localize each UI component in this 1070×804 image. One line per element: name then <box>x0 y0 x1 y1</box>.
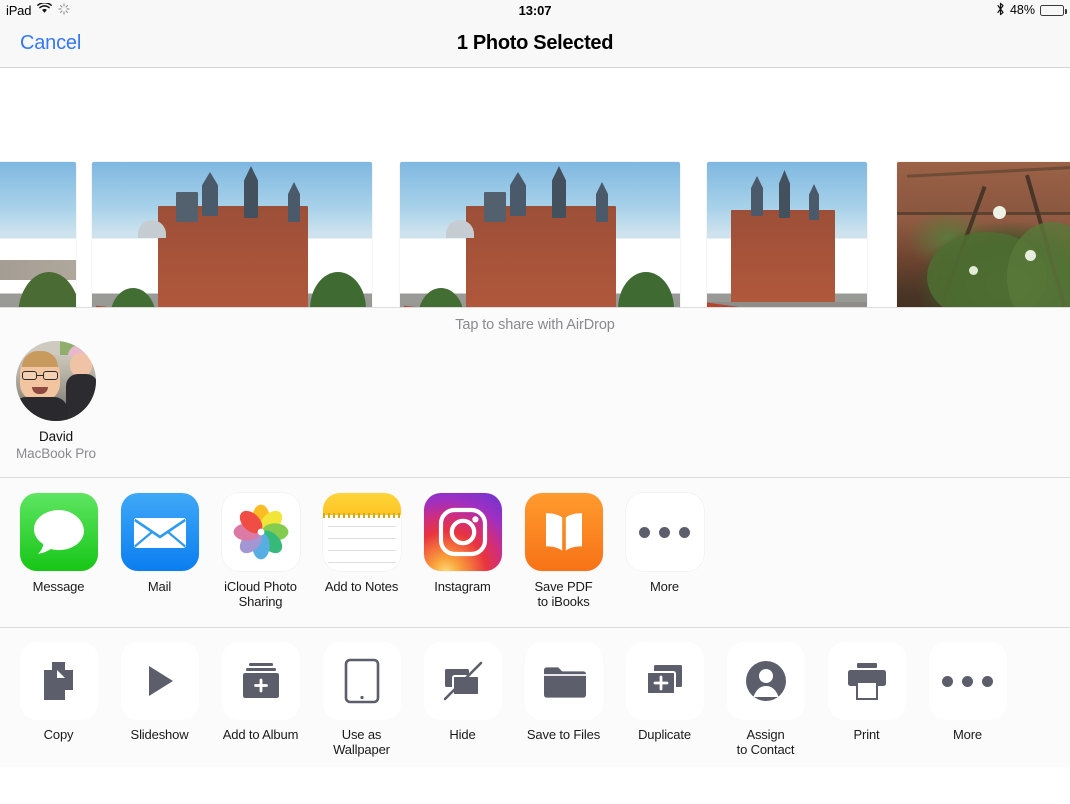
photo-thumbnail[interactable] <box>707 162 867 307</box>
ibooks-open-book-icon <box>524 493 603 571</box>
notes-icon <box>322 493 401 571</box>
share-target-add-to-notes[interactable]: Add to Notes <box>311 493 412 594</box>
folder-icon <box>524 642 603 720</box>
airdrop-section: Tap to share with AirDrop David MacBook … <box>0 308 1070 478</box>
status-bar-clock: 13:07 <box>518 2 552 18</box>
photo-preview-strip[interactable] <box>0 68 1070 308</box>
action-label: Print <box>853 727 880 742</box>
share-target-icloud-photo-sharing[interactable]: iCloud Photo Sharing <box>210 493 311 609</box>
photo-thumbnail[interactable] <box>400 162 680 307</box>
action-slideshow[interactable]: Slideshow <box>109 642 210 742</box>
hide-slash-icon <box>423 642 502 720</box>
navigation-bar: Cancel 1 Photo Selected <box>0 20 1070 68</box>
action-label: Slideshow <box>130 727 189 742</box>
action-more[interactable]: More <box>917 642 1018 742</box>
action-duplicate[interactable]: Duplicate <box>614 642 715 742</box>
instagram-camera-icon <box>423 493 502 571</box>
action-label: Add to Album <box>222 727 299 742</box>
photo-thumbnail[interactable] <box>897 162 1070 307</box>
share-target-label: iCloud Photo Sharing <box>224 579 297 609</box>
photos-pinwheel-icon <box>221 493 300 571</box>
share-target-save-pdf-ibooks[interactable]: Save PDF to iBooks <box>513 493 614 609</box>
copy-documents-icon <box>19 642 98 720</box>
action-row[interactable]: Copy Slideshow Add to Album Use as Wallp… <box>0 628 1070 767</box>
action-save-to-files[interactable]: Save to Files <box>513 642 614 742</box>
airdrop-hint-label: Tap to share with AirDrop <box>455 317 615 333</box>
share-target-label: Message <box>32 579 85 594</box>
share-target-more[interactable]: More <box>614 493 715 594</box>
share-app-row[interactable]: Message Mail iCloud Photo Sharing Add to… <box>0 478 1070 628</box>
contact-name: David <box>38 429 73 444</box>
status-bar: iPad 13:07 48% <box>0 0 1070 20</box>
action-copy[interactable]: Copy <box>8 642 109 742</box>
action-label: Hide <box>449 727 476 742</box>
play-triangle-icon <box>120 642 199 720</box>
mail-envelope-icon <box>120 493 199 571</box>
action-label: Copy <box>43 727 74 742</box>
action-label: More <box>952 727 983 742</box>
ellipsis-icon <box>625 493 704 571</box>
share-target-label: Save PDF to iBooks <box>534 579 593 609</box>
action-hide[interactable]: Hide <box>412 642 513 742</box>
share-target-label: Instagram <box>434 579 491 594</box>
album-plus-icon <box>221 642 300 720</box>
share-target-instagram[interactable]: Instagram <box>412 493 513 594</box>
action-add-to-album[interactable]: Add to Album <box>210 642 311 742</box>
share-target-label: More <box>649 579 680 594</box>
share-target-label: Add to Notes <box>324 579 399 594</box>
share-target-mail[interactable]: Mail <box>109 493 210 594</box>
battery-icon <box>1040 4 1067 16</box>
share-sheet-screen: iPad 13:07 48% Cancel 1 Photo Selected T… <box>0 0 1070 804</box>
share-target-label: Mail <box>147 579 172 594</box>
action-label: Assign to Contact <box>736 727 795 757</box>
avatar <box>16 341 96 421</box>
photo-thumbnail[interactable] <box>0 162 76 307</box>
airdrop-contact-david[interactable]: David MacBook Pro <box>10 341 102 461</box>
action-use-as-wallpaper[interactable]: Use as Wallpaper <box>311 642 412 757</box>
share-target-message[interactable]: Message <box>8 493 109 594</box>
action-label: Use as Wallpaper <box>333 727 390 757</box>
person-circle-icon <box>726 642 805 720</box>
photo-thumbnail[interactable] <box>92 162 372 307</box>
page-title: 1 Photo Selected <box>456 32 614 54</box>
printer-icon <box>827 642 906 720</box>
action-assign-to-contact[interactable]: Assign to Contact <box>715 642 816 757</box>
action-label: Save to Files <box>526 727 601 742</box>
cancel-button[interactable]: Cancel <box>20 32 81 55</box>
tablet-wallpaper-icon <box>322 642 401 720</box>
action-label: Duplicate <box>638 727 691 742</box>
ellipsis-icon <box>928 642 1007 720</box>
message-bubble-icon <box>19 493 98 571</box>
contact-device: MacBook Pro <box>16 446 96 461</box>
duplicate-plus-icon <box>625 642 704 720</box>
action-print[interactable]: Print <box>816 642 917 742</box>
